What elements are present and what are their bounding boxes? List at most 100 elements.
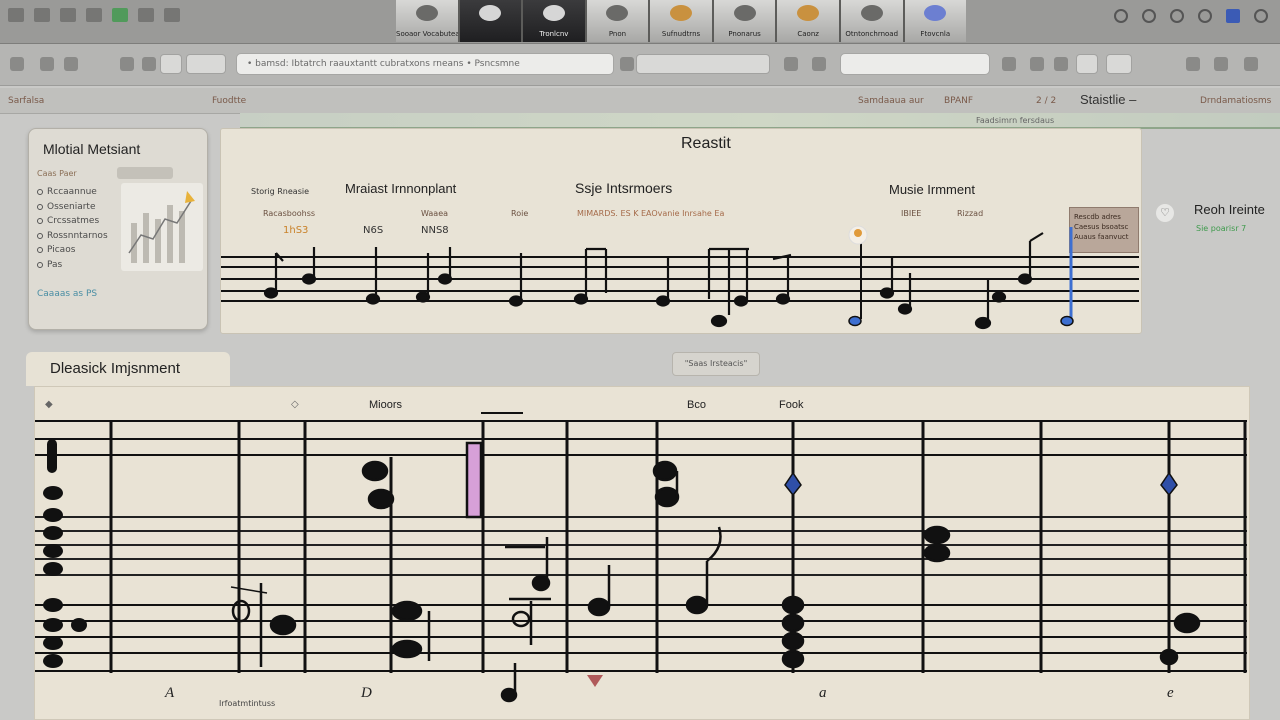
right-label: Reoh Ireinte xyxy=(1194,202,1265,217)
thumbnail-label: Tronlcnv xyxy=(539,30,569,38)
panel-button[interactable] xyxy=(1106,54,1132,74)
pin-icon[interactable] xyxy=(784,471,802,497)
note-icon xyxy=(710,314,728,328)
bookmark-icon[interactable] xyxy=(620,57,634,71)
reload-icon[interactable] xyxy=(64,57,78,71)
upper-staff xyxy=(35,420,1247,456)
more-icon[interactable] xyxy=(1254,9,1268,23)
half-note-icon xyxy=(511,610,531,628)
folder-icon[interactable] xyxy=(812,57,826,71)
thumbnail-3[interactable]: Pnon xyxy=(586,0,649,42)
assistant-list: Rccaannue Osseniarte Crcssatmes Rossnnta… xyxy=(37,185,108,272)
thumbnail-0[interactable]: Sooaor Vocabuteato xyxy=(396,0,458,42)
assistant-item[interactable]: Crcssatmes xyxy=(37,214,108,229)
pins xyxy=(587,471,1178,687)
upload-icon[interactable] xyxy=(1002,57,1016,71)
copy-icon[interactable] xyxy=(142,57,156,71)
zoom-button[interactable] xyxy=(186,54,226,74)
people-icon[interactable] xyxy=(1030,57,1044,71)
pin-icon[interactable] xyxy=(1160,471,1178,497)
tag-icon[interactable] xyxy=(138,8,154,22)
note-icon xyxy=(781,595,805,615)
foot-mark-a2: a xyxy=(819,685,827,701)
assistant-item[interactable]: Osseniarte xyxy=(37,200,108,215)
layout-icon[interactable] xyxy=(86,8,102,22)
note-icon xyxy=(781,649,805,669)
note-icon xyxy=(43,562,63,576)
note-icon xyxy=(391,639,423,659)
address-bar[interactable]: • bamsd: Ibtatrch raauxtantt cubratxons … xyxy=(236,53,614,75)
thumbnail-label: Sufnudtrns xyxy=(661,30,701,38)
window-icon[interactable] xyxy=(1214,57,1228,71)
view-toggle-button[interactable] xyxy=(160,54,182,74)
note-icon xyxy=(365,293,381,305)
thumbnail-glyph-icon xyxy=(415,5,438,21)
radio-icon xyxy=(37,232,43,239)
thumbnail-1[interactable] xyxy=(459,0,522,42)
assistant-item[interactable]: Picaos xyxy=(37,243,108,258)
assistant-item-label: Rossnntarnos xyxy=(47,230,108,241)
user-circle-icon[interactable] xyxy=(1054,57,1068,71)
secondary-search-input[interactable] xyxy=(840,53,990,75)
menu-icon[interactable] xyxy=(164,8,180,22)
green-app-icon[interactable] xyxy=(112,8,128,22)
section-title[interactable]: Dleasick Imjsnment xyxy=(26,352,230,386)
lower-staff xyxy=(35,604,1247,672)
info-status: Staistlie – xyxy=(1080,92,1137,107)
forward-icon[interactable] xyxy=(40,57,54,71)
result-panel: Reastit Storig Rneasie Mraiast Irnnonpla… xyxy=(220,128,1142,334)
thumbnail-5[interactable]: Pnonarus xyxy=(713,0,776,42)
assistant-item[interactable]: Rossnntarnos xyxy=(37,229,108,244)
foot-mark-e: e xyxy=(1167,685,1174,701)
assistant-title: Mlotial Metsiant xyxy=(43,141,141,157)
assistant-pill[interactable] xyxy=(117,167,173,179)
mini-bar xyxy=(167,205,173,263)
sidebar-icon[interactable] xyxy=(1244,57,1258,71)
assistant-item[interactable]: Pas xyxy=(37,258,108,273)
cloud-icon[interactable] xyxy=(784,57,798,71)
progress-strip-label: Faadsimrn fersdaus xyxy=(976,116,1055,125)
right-sublabel: Sie poarisr 7 xyxy=(1196,224,1247,233)
grid-icon[interactable] xyxy=(34,8,50,22)
heart-icon[interactable]: ♡ xyxy=(1156,204,1174,222)
user-icon[interactable] xyxy=(1198,9,1212,23)
radio-icon xyxy=(37,203,43,210)
record-icon[interactable] xyxy=(1170,9,1184,23)
thumbnail-label: Pnonarus xyxy=(728,30,761,38)
info-left2: Fuodtte xyxy=(212,96,247,106)
mini-chart-graphic xyxy=(128,191,195,263)
thumbnail-glyph-icon xyxy=(479,5,502,21)
mini-button[interactable]: "Saas Irsteacis" xyxy=(672,352,760,376)
note-icon xyxy=(43,486,63,500)
clock-icon[interactable] xyxy=(1114,9,1128,23)
note-icon xyxy=(43,508,63,522)
image-icon[interactable] xyxy=(60,8,76,22)
home-icon[interactable] xyxy=(8,8,24,22)
thumbnail-2[interactable]: Tronlcnv xyxy=(523,0,585,42)
assistant-item[interactable]: Rccaannue xyxy=(37,185,108,200)
pages-icon[interactable] xyxy=(120,57,134,71)
media-controls[interactable] xyxy=(636,54,770,74)
progress-strip: Faadsimrn fersdaus xyxy=(240,113,1280,129)
thumbnail-label: Sooaor Vocabuteato xyxy=(396,30,458,38)
assistant-item-label: Osseniarte xyxy=(47,201,96,212)
score-panel: ◆ ◇ Mioors Bco Fook A D a e Irfoatmtintu… xyxy=(34,386,1250,720)
info-left: Sarfalsa xyxy=(8,96,45,106)
assistant-footer[interactable]: Caaaas as PS xyxy=(37,289,97,299)
list-button[interactable] xyxy=(1076,54,1098,74)
thumbnail-6[interactable]: Caonz xyxy=(777,0,839,42)
note-icon xyxy=(923,543,951,563)
bar-lines xyxy=(109,421,1247,673)
blue-note-icon xyxy=(848,315,862,327)
share-icon[interactable] xyxy=(1186,57,1200,71)
thumbnail-4[interactable]: Sufnudtrns xyxy=(650,0,712,42)
blue-square-icon[interactable] xyxy=(1226,9,1240,23)
note-icon xyxy=(654,486,680,508)
thumbnail-8[interactable]: Ftovcnla xyxy=(904,0,967,42)
back-icon[interactable] xyxy=(10,57,24,71)
thumbnail-7[interactable]: Otntonchrnoad xyxy=(840,0,903,42)
settings-icon[interactable] xyxy=(1142,9,1156,23)
thumbnail-glyph-icon xyxy=(924,5,947,21)
note-icon xyxy=(991,291,1007,303)
foot-mark-a: A xyxy=(165,685,175,701)
